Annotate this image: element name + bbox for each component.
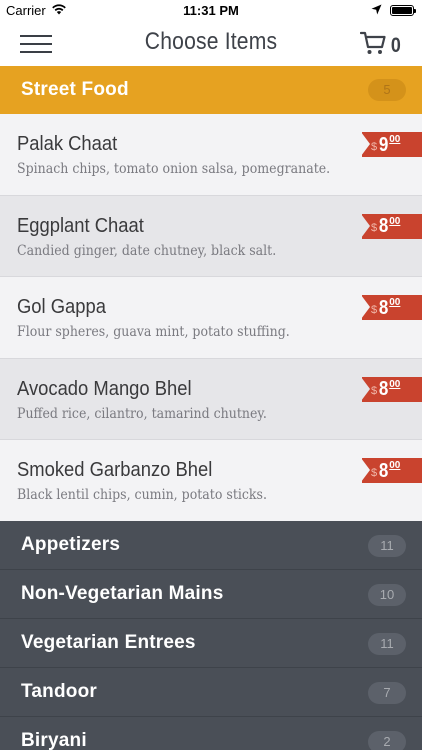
menu-item-gol-gappa[interactable]: Gol Gappa Flour spheres, guava mint, pot…	[0, 277, 422, 359]
category-vegetarian-entrees[interactable]: Vegetarian Entrees 11	[0, 619, 422, 668]
category-title: Biryani	[21, 730, 87, 750]
price-cents: 00	[389, 134, 401, 145]
status-bar: Carrier 11:31 PM	[0, 0, 422, 22]
item-list: Palak Chaat Spinach chips, tomato onion …	[0, 114, 422, 522]
category-tandoor[interactable]: Tandoor 7	[0, 668, 422, 717]
category-count-badge: 10	[368, 584, 406, 606]
category-count-badge: 2	[368, 731, 406, 750]
location-icon	[371, 3, 382, 18]
menu-item-palak-chaat[interactable]: Palak Chaat Spinach chips, tomato onion …	[0, 114, 422, 196]
category-title: Non-Vegetarian Mains	[21, 583, 224, 604]
price-tag: $ 8 00	[361, 458, 422, 483]
category-count-badge: 7	[368, 682, 406, 704]
menu-item-eggplant-chaat[interactable]: Eggplant Chaat Candied ginger, date chut…	[0, 195, 422, 277]
price-currency: $	[371, 222, 378, 234]
cart-button[interactable]: 0	[360, 31, 402, 60]
category-header-street-food[interactable]: Street Food 5	[0, 66, 422, 114]
price-whole: 9	[378, 133, 389, 156]
price-tag: $ 9 00	[361, 132, 422, 157]
item-description: Candied ginger, date chutney, black salt…	[17, 242, 277, 259]
category-title: Appetizers	[21, 534, 121, 555]
cart-count: 0	[391, 33, 402, 57]
item-description: Puffed rice, cilantro, tamarind chutney.	[17, 405, 267, 422]
price-cents: 00	[389, 215, 401, 227]
item-description: Black lentil chips, cumin, potato sticks…	[17, 487, 267, 503]
nav-bar: Choose Items 0	[0, 22, 422, 66]
price-whole: 8	[378, 378, 389, 400]
item-name: Palak Chaat	[17, 133, 118, 155]
cart-icon	[360, 31, 386, 60]
price-tag: $ 8 00	[361, 295, 422, 320]
category-title: Vegetarian Entrees	[21, 632, 196, 653]
price-whole: 8	[378, 296, 389, 319]
price-whole: 8	[378, 459, 389, 482]
price-tag: $ 8 00	[361, 213, 422, 239]
price-currency: $	[371, 385, 378, 397]
item-description: Flour spheres, guava mint, potato stuffi…	[17, 324, 290, 340]
status-time: 11:31 PM	[183, 3, 239, 18]
price-cents: 00	[389, 460, 401, 471]
category-non-vegetarian-mains[interactable]: Non-Vegetarian Mains 10	[0, 570, 422, 619]
price-currency: $	[371, 140, 378, 153]
price-tag: $ 8 00	[361, 376, 422, 402]
category-biryani[interactable]: Biryani 2	[0, 717, 422, 750]
category-count-badge: 5	[368, 79, 406, 101]
category-list: Appetizers 11 Non-Vegetarian Mains 10 Ve…	[0, 521, 422, 750]
item-name: Gol Gappa	[17, 296, 106, 318]
price-currency: $	[371, 466, 378, 479]
category-appetizers[interactable]: Appetizers 11	[0, 521, 422, 570]
price-cents: 00	[389, 378, 401, 390]
category-title: Tandoor	[21, 681, 97, 702]
category-title: Street Food	[21, 79, 129, 100]
category-count-badge: 11	[368, 633, 406, 655]
price-currency: $	[371, 303, 378, 316]
item-name: Eggplant Chaat	[17, 214, 144, 237]
status-right	[371, 3, 416, 18]
item-name: Smoked Garbanzo Bhel	[17, 459, 213, 481]
category-count-badge: 11	[368, 535, 406, 557]
menu-item-avocado-mango-bhel[interactable]: Avocado Mango Bhel Puffed rice, cilantro…	[0, 358, 422, 440]
item-name: Avocado Mango Bhel	[17, 377, 192, 400]
price-whole: 8	[378, 215, 389, 237]
menu-item-smoked-garbanzo-bhel[interactable]: Smoked Garbanzo Bhel Black lentil chips,…	[0, 440, 422, 522]
battery-icon	[390, 5, 416, 16]
page-title: Choose Items	[144, 28, 278, 55]
item-description: Spinach chips, tomato onion salsa, pomeg…	[17, 161, 331, 177]
price-cents: 00	[389, 297, 401, 308]
